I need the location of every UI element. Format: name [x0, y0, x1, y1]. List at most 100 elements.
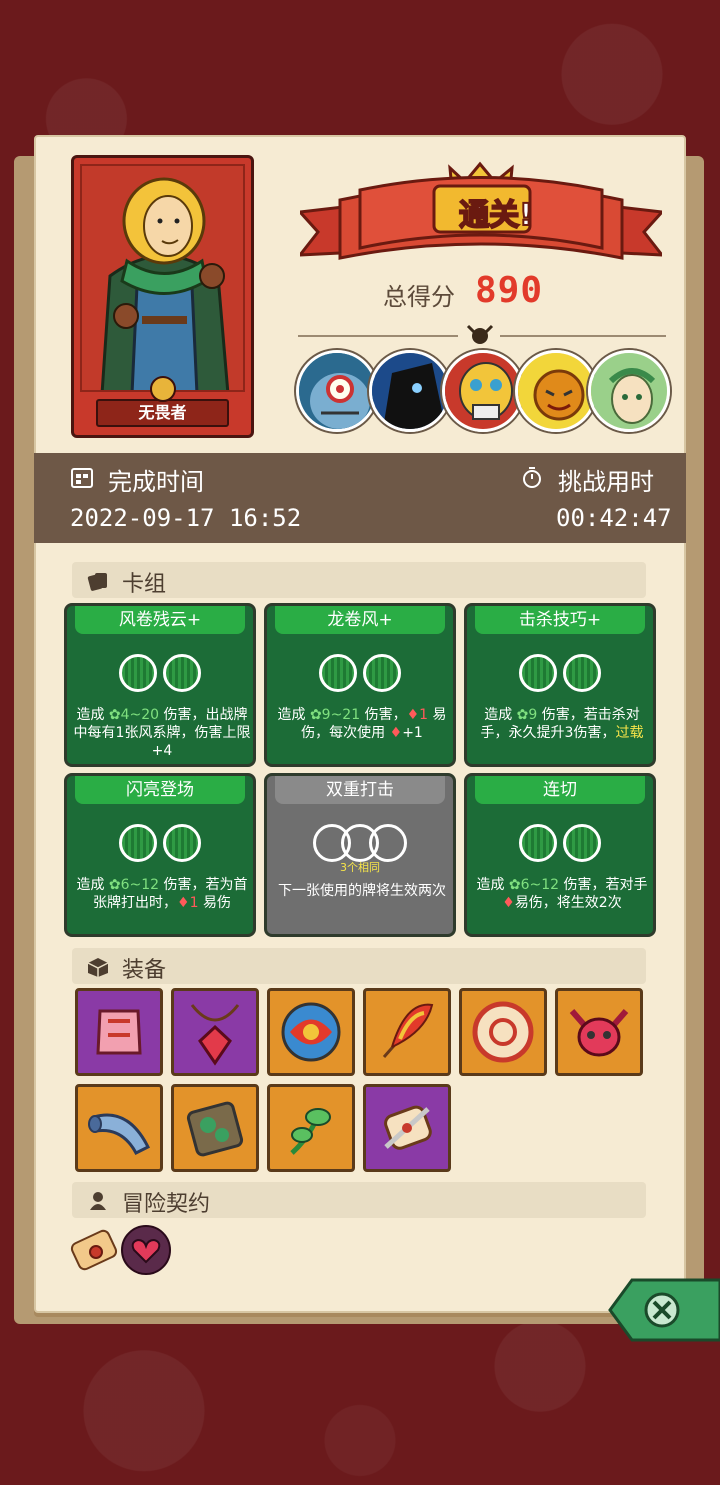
divider-right [500, 335, 666, 337]
deck-card[interactable]: 双重打击 3个相同下一张使用的牌将生效两次 [264, 773, 456, 937]
card-text-text2: 伤害，若对手 [559, 877, 648, 893]
boss-portrait-2[interactable] [369, 350, 451, 432]
card-text-yellow: 过载 [615, 725, 644, 741]
blade-scroll-item-icon [384, 1105, 432, 1150]
vulnerable-icon: ♦ [406, 707, 420, 723]
energy-orb-icon [163, 824, 201, 862]
moss-stone-item-icon [186, 1101, 244, 1157]
total-score-value: 890 [475, 270, 544, 311]
deck-section-header: 卡组 [72, 562, 646, 598]
energy-orb-icon [563, 654, 601, 692]
challenge-time-label: 挑战用时 [558, 468, 654, 496]
card-text-hl: 4~20 [120, 707, 160, 723]
deck-card[interactable]: 闪亮登场造成 ✿6~12 伤害，若为首张牌打出时，♦1 易伤 [64, 773, 256, 937]
card-text-hl: 6~12 [120, 877, 160, 893]
card-description: 造成 ✿9 伤害，若击杀对手，永久提升3伤害，过载 [471, 706, 653, 742]
card-description: 造成 ✿6~12 伤害，若对手 ♦易伤，将生效2次 [471, 876, 653, 912]
card-description: 造成 ✿9~21 伤害，♦1 易伤，每次使用 ♦+1 [271, 706, 453, 742]
finish-time-label: 完成时间 [108, 468, 204, 496]
energy-orb-icon [319, 654, 357, 692]
energy-orb-icon [519, 824, 557, 862]
hero-portrait [80, 164, 245, 392]
swirl-disc-item-icon [281, 1002, 341, 1062]
heart-contract-icon[interactable] [118, 1222, 174, 1278]
card-text-text3: 易伤，将生效2次 [514, 895, 622, 911]
vulnerable-icon: ♦ [389, 725, 403, 741]
boss-portrait-4[interactable] [515, 350, 597, 432]
scroll-contract-icon[interactable] [66, 1222, 122, 1278]
horned-skull-icon [466, 324, 494, 344]
same-tag-label: 3个相同 [340, 861, 380, 874]
contract-section-header: 冒险契约 [72, 1182, 646, 1218]
card-title: 双重打击 [275, 776, 445, 804]
green-sprout-item[interactable] [267, 1084, 355, 1172]
ring-disc-item-icon [472, 1001, 534, 1063]
card-text-text: 造成 [476, 877, 509, 893]
hero-card[interactable]: 无畏者 [71, 155, 254, 438]
deck-card[interactable]: 连切 造成 ✿6~12 伤害，若对手 ♦易伤，将生效2次 [464, 773, 656, 937]
card-text-text: 造成 [76, 707, 109, 723]
swirl-disc-item[interactable] [267, 988, 355, 1076]
card-title: 闪亮登场 [75, 776, 245, 804]
card-description: 造成 ✿6~12 伤害，若为首张牌打出时，♦1 易伤 [71, 876, 253, 912]
equipment-section-label: 装备 [122, 958, 167, 983]
green-sprout-item-icon [290, 1108, 331, 1155]
card-text-extra: +1 [402, 725, 423, 741]
card-text-hl: 6~12 [520, 877, 560, 893]
close-button[interactable] [608, 1278, 720, 1342]
boss-portrait-1[interactable] [296, 350, 378, 432]
wind-damage-icon: ✿ [309, 707, 322, 723]
fire-feather-item-icon [382, 1003, 434, 1058]
card-text-text2: 伤害， [360, 707, 407, 723]
energy-orb-icon [119, 824, 157, 862]
card-title: 击杀技巧+ [475, 606, 645, 634]
red-gem-necklace-item-icon [190, 1004, 240, 1066]
cards-icon [87, 573, 107, 591]
hero-name-plate: 无畏者 [96, 399, 229, 427]
contract-icon [90, 1192, 106, 1210]
stopwatch-icon [523, 467, 541, 488]
wind-damage-icon: ✿ [508, 877, 521, 893]
moss-stone-item[interactable] [171, 1084, 259, 1172]
challenge-time-value: 00:42:47 [556, 504, 672, 532]
victory-title: 通关! [458, 197, 534, 234]
box-icon [87, 958, 109, 977]
card-title: 龙卷风+ [275, 606, 445, 634]
horned-skull-item[interactable] [555, 988, 643, 1076]
finish-time-value: 2022-09-17 16:52 [70, 504, 302, 532]
pink-armor-item[interactable] [75, 988, 163, 1076]
deck-card[interactable]: 龙卷风+ 造成 ✿9~21 伤害，♦1 易伤，每次使用 ♦+1 [264, 603, 456, 767]
fire-feather-item[interactable] [363, 988, 451, 1076]
deck-section-label: 卡组 [122, 572, 167, 597]
ring-disc-item[interactable] [459, 988, 547, 1076]
total-score-label: 总得分 [383, 283, 455, 311]
wind-damage-icon: ✿ [108, 877, 121, 893]
boss-portrait-3[interactable] [442, 350, 524, 432]
pink-armor-item-icon [96, 1009, 142, 1055]
card-text-text: 造成 [76, 877, 109, 893]
card-text-hl: 9 [528, 707, 538, 723]
card-text-hl2: 1 [189, 895, 199, 911]
card-description: 造成 ✿4~20 伤害，出战牌中每有1张风系牌，伤害上限+4 [71, 706, 253, 760]
equipment-section-header: 装备 [72, 948, 646, 984]
energy-orb-icon [119, 654, 157, 692]
card-title: 风卷残云+ [75, 606, 245, 634]
card-text-text: 下一张使用的牌将生效两次 [278, 883, 446, 899]
calendar-icon [71, 468, 93, 488]
hero-class-badge-icon [150, 376, 176, 402]
red-gem-necklace-item[interactable] [171, 988, 259, 1076]
vulnerable-icon: ♦ [177, 895, 190, 911]
card-text-hl2: 1 [419, 707, 429, 723]
horned-skull-item-icon [569, 1009, 629, 1057]
deck-card[interactable]: 击杀技巧+ 造成 ✿9 伤害，若击杀对手，永久提升3伤害，过载 [464, 603, 656, 767]
horn-item[interactable] [75, 1084, 163, 1172]
divider-left [298, 335, 458, 337]
horn-item-icon [88, 1113, 151, 1155]
energy-orb-icon [519, 654, 557, 692]
energy-orb-icon [363, 654, 401, 692]
vulnerable-icon: ♦ [502, 895, 515, 911]
blade-scroll-item[interactable] [363, 1084, 451, 1172]
deck-card[interactable]: 风卷残云+ 造成 ✿4~20 伤害，出战牌中每有1张风系牌，伤害上限+4 [64, 603, 256, 767]
boss-portrait-5[interactable] [588, 350, 670, 432]
card-text-text: 造成 [484, 707, 517, 723]
